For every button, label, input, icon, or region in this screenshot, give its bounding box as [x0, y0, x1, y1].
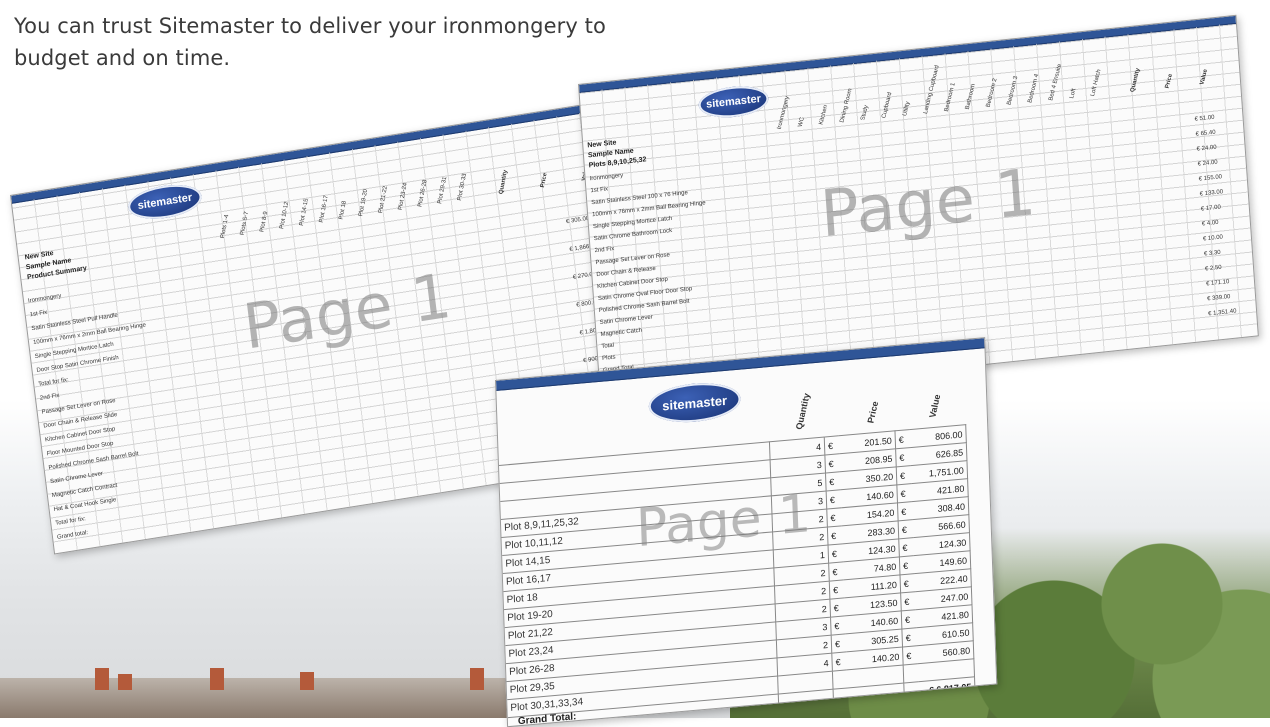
- currency-cell: €: [829, 579, 845, 600]
- currency-cell: €: [898, 537, 914, 557]
- plot-totals-sheet: sitemaster Quantity Price Value 4 €201.50…: [495, 337, 998, 727]
- sitemaster-logo: sitemaster: [648, 379, 742, 426]
- currency-cell: €: [901, 627, 917, 647]
- chimney: [470, 668, 484, 690]
- currency-cell: €: [831, 633, 847, 654]
- currency-cell: €: [828, 561, 844, 582]
- currency-cell: €: [827, 525, 843, 546]
- currency-cell: €: [897, 501, 913, 521]
- chimney: [95, 668, 109, 690]
- currency-cell: €: [900, 573, 916, 593]
- currency-cell: €: [831, 651, 847, 672]
- currency-cell: €: [824, 453, 840, 474]
- intro-text: You can trust Sitemaster to deliver your…: [14, 10, 674, 74]
- chimney: [210, 668, 224, 690]
- intro-line-1: You can trust Sitemaster to deliver your…: [14, 14, 606, 38]
- currency-cell: €: [899, 555, 915, 575]
- currency-cell: €: [826, 489, 842, 510]
- currency-cell: [903, 663, 919, 684]
- price-header: Price: [865, 400, 881, 425]
- intro-line-2: budget and on time.: [14, 46, 231, 70]
- rooftops: [0, 678, 520, 718]
- value-header: Value: [927, 393, 943, 419]
- currency-cell: [832, 669, 848, 690]
- currency-cell: €: [895, 447, 911, 467]
- currency-cell: €: [896, 465, 912, 485]
- chimney: [118, 674, 132, 690]
- currency-cell: €: [829, 597, 845, 618]
- currency-cell: €: [902, 645, 918, 666]
- currency-cell: €: [825, 471, 841, 492]
- currency-cell: €: [826, 507, 842, 528]
- currency-cell: €: [901, 609, 917, 629]
- quantity-header: Quantity: [793, 392, 812, 431]
- currency-cell: €: [896, 483, 912, 503]
- plot-totals-table: 4 €201.50 €806.00 3 €208.95 €626.85 5 €350.20 €1…: [498, 424, 976, 727]
- currency-cell: €: [830, 615, 846, 636]
- currency-cell: €: [828, 543, 844, 564]
- chimney: [300, 672, 314, 690]
- currency-cell: €: [894, 429, 911, 449]
- currency-cell: €: [898, 519, 914, 539]
- currency-cell: €: [900, 591, 916, 611]
- currency-cell: €: [824, 435, 840, 456]
